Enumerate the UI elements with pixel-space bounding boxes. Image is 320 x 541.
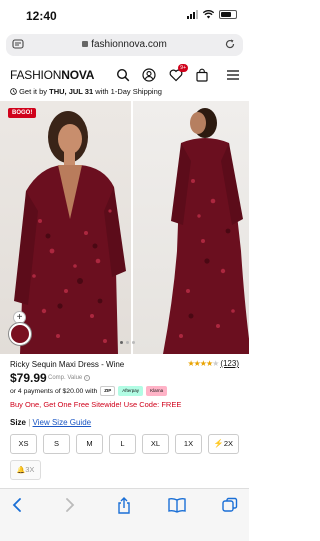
url-display[interactable]: fashionnova.com bbox=[6, 39, 243, 50]
comp-value-label: Comp. Value bbox=[48, 375, 83, 381]
rating-count[interactable]: (123) bbox=[220, 359, 239, 368]
hamburger-menu-icon[interactable] bbox=[226, 68, 240, 82]
status-icons bbox=[187, 10, 237, 19]
search-icon[interactable] bbox=[116, 68, 130, 82]
carousel-dot[interactable] bbox=[126, 341, 129, 344]
carousel-dot[interactable] bbox=[132, 341, 135, 344]
battery-icon bbox=[219, 10, 237, 19]
wishlist-button[interactable]: 9+ bbox=[169, 64, 188, 82]
product-rating[interactable]: ★★★★★ (123) bbox=[187, 359, 239, 368]
size-option-m[interactable]: M bbox=[76, 434, 103, 454]
info-icon[interactable]: i bbox=[83, 375, 90, 381]
model-back-illustration bbox=[163, 108, 249, 354]
wishlist-count-badge: 9+ bbox=[178, 64, 188, 72]
installment-row: or 4 payments of $20.00 with ZIP Afterpa… bbox=[10, 386, 168, 396]
account-icon[interactable] bbox=[142, 68, 156, 82]
browser-toolbar bbox=[0, 488, 249, 541]
size-guide-link[interactable]: View Size Guide bbox=[33, 418, 92, 427]
shipping-suffix: with 1-Day Shipping bbox=[93, 87, 162, 96]
tabs-icon[interactable] bbox=[222, 497, 238, 513]
logo-bold: NOVA bbox=[61, 68, 95, 82]
installment-text: or 4 payments of $20.00 with bbox=[10, 387, 98, 395]
clock-icon bbox=[10, 88, 17, 95]
size-option-xs[interactable]: XS bbox=[10, 434, 37, 454]
lightning-icon: ⚡ bbox=[213, 439, 224, 448]
shipping-date: THU, JUL 31 bbox=[49, 87, 94, 96]
bogo-badge: BOGO! bbox=[8, 108, 37, 118]
product-image-front[interactable]: BOGO! + bbox=[0, 101, 131, 354]
status-time: 12:40 bbox=[26, 9, 57, 23]
promo-text: Buy One, Get One Free Sitewide! Use Code… bbox=[10, 400, 182, 409]
carousel-dots[interactable] bbox=[120, 341, 135, 344]
rating-stars-icon: ★★★★★ bbox=[187, 359, 219, 368]
shipping-prefix: Get it by bbox=[19, 87, 50, 96]
site-header: FASHIONNOVA 9+ bbox=[0, 60, 249, 90]
url-text: fashionnova.com bbox=[91, 39, 167, 50]
size-3x-label: 3X bbox=[25, 465, 35, 474]
status-bar: 12:40 bbox=[0, 0, 249, 30]
size-option-l[interactable]: L bbox=[109, 434, 136, 454]
forward-icon[interactable] bbox=[63, 497, 77, 513]
product-name: Ricky Sequin Maxi Dress - Wine bbox=[10, 360, 125, 369]
back-icon[interactable] bbox=[10, 497, 24, 513]
product-price: $79.99 bbox=[10, 371, 47, 385]
signal-icon bbox=[187, 10, 198, 19]
size-option-s[interactable]: S bbox=[43, 434, 70, 454]
logo-light: FASHION bbox=[10, 68, 62, 82]
size-label: Size bbox=[10, 418, 27, 427]
zip-badge[interactable]: ZIP bbox=[100, 386, 116, 396]
product-image-back[interactable] bbox=[133, 101, 249, 354]
size-header: Size | View Size Guide bbox=[10, 418, 91, 427]
bag-icon[interactable] bbox=[195, 68, 209, 82]
bookmarks-icon[interactable] bbox=[168, 497, 186, 513]
reload-icon[interactable] bbox=[224, 38, 236, 50]
product-gallery[interactable]: BOGO! + bbox=[0, 101, 249, 354]
site-logo[interactable]: FASHIONNOVA bbox=[10, 68, 94, 82]
share-icon[interactable] bbox=[116, 497, 132, 515]
afterpay-badge[interactable]: Afterpay bbox=[118, 386, 144, 396]
size-option-xl[interactable]: XL bbox=[142, 434, 169, 454]
klarna-badge[interactable]: Klarna bbox=[146, 386, 168, 396]
wifi-icon bbox=[203, 10, 214, 19]
comp-value: Comp. Value i bbox=[48, 375, 90, 381]
size-option-2x[interactable]: ⚡2X bbox=[208, 434, 239, 454]
bell-icon: 🔔 bbox=[16, 467, 26, 474]
color-swatch-wine[interactable] bbox=[9, 323, 31, 345]
size-option-1x[interactable]: 1X bbox=[175, 434, 202, 454]
address-bar[interactable]: fashionnova.com bbox=[6, 34, 243, 56]
size-2x-label: 2X bbox=[223, 439, 234, 448]
lock-icon bbox=[82, 41, 89, 47]
shipping-banner: Get it by THU, JUL 31 with 1-Day Shippin… bbox=[10, 87, 162, 96]
carousel-dot[interactable] bbox=[120, 341, 123, 344]
size-option-3x[interactable]: 🔔3X bbox=[10, 460, 41, 480]
